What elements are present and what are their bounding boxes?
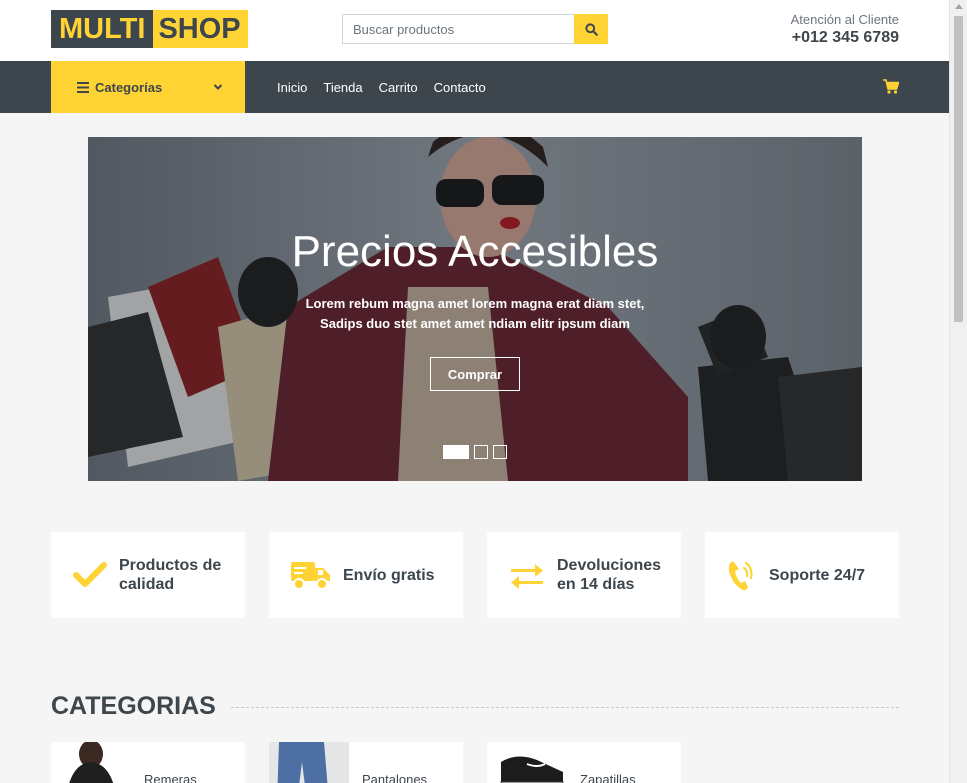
scroll-up-arrow-icon[interactable] [955, 4, 963, 9]
nav-link-contacto[interactable]: Contacto [434, 80, 486, 95]
search-button[interactable] [574, 14, 608, 44]
navbar: Categorías Inicio Tienda Carrito Contact… [0, 61, 949, 113]
category-name: Remeras [144, 772, 197, 783]
hero-title: Precios Accesibles [291, 227, 659, 276]
carousel-indicator-3[interactable] [493, 445, 507, 459]
carousel-indicators [443, 445, 512, 459]
hero-text: Lorem rebum magna amet lorem magna erat … [305, 296, 645, 331]
logo-part1: MULTI [51, 10, 154, 48]
category-image [51, 742, 131, 783]
bars-icon [77, 81, 89, 93]
customer-support: Atención al Cliente +012 345 6789 [791, 12, 899, 47]
carousel-indicator-2[interactable] [474, 445, 488, 459]
carousel-indicator-1[interactable] [443, 445, 469, 459]
logo-part2: SHOP [153, 10, 248, 48]
category-image [487, 742, 567, 783]
page-scrollbar[interactable] [949, 0, 967, 783]
check-icon [73, 562, 107, 587]
chevron-down-icon [213, 84, 223, 90]
nav-link-inicio[interactable]: Inicio [277, 80, 307, 95]
feature-label: Devoluciones en 14 días [557, 557, 662, 593]
category-name: Zapatillas [580, 772, 636, 783]
exchange-icon [511, 564, 543, 589]
category-name: Pantalones [362, 772, 428, 783]
logo[interactable]: MULTI SHOP [51, 10, 248, 48]
search-form [342, 14, 608, 44]
support-phone: +012 345 6789 [791, 29, 899, 46]
category-card[interactable]: Pantalones [269, 742, 463, 783]
feature-quality: Productos de calidad [51, 532, 245, 618]
categories-label: Categorías [95, 79, 163, 95]
category-image [269, 742, 349, 783]
nav-link-tienda[interactable]: Tienda [323, 80, 362, 95]
search-icon [584, 22, 598, 36]
topbar: MULTI SHOP Atención al Cliente +012 345 … [0, 0, 949, 61]
phone-volume-icon [728, 561, 753, 591]
shop-now-button[interactable]: Comprar [430, 357, 520, 391]
scrollbar-thumb[interactable] [954, 16, 963, 322]
nav-link-carrito[interactable]: Carrito [379, 80, 418, 95]
category-card[interactable]: Zapatillas [487, 742, 681, 783]
search-input[interactable] [342, 14, 574, 44]
categories-dropdown-button[interactable]: Categorías [51, 61, 245, 113]
feature-free-shipping: Envío gratis [269, 532, 463, 618]
hero-carousel: Precios Accesibles Lorem rebum magna ame… [88, 137, 862, 481]
support-label: Atención al Cliente [790, 12, 899, 27]
nav-links: Inicio Tienda Carrito Contacto [277, 61, 502, 113]
feature-label: Soporte 24/7 [769, 566, 866, 584]
categories-title: CATEGORIAS [51, 692, 230, 721]
feature-label: Productos de calidad [119, 557, 222, 593]
shopping-cart-icon [883, 79, 900, 94]
feature-returns: Devoluciones en 14 días [487, 532, 681, 618]
category-card[interactable]: Remeras [51, 742, 245, 783]
truck-icon [291, 562, 330, 590]
cart-button[interactable] [883, 79, 900, 99]
feature-label: Envío gratis [343, 566, 435, 584]
feature-support: Soporte 24/7 [705, 532, 899, 618]
